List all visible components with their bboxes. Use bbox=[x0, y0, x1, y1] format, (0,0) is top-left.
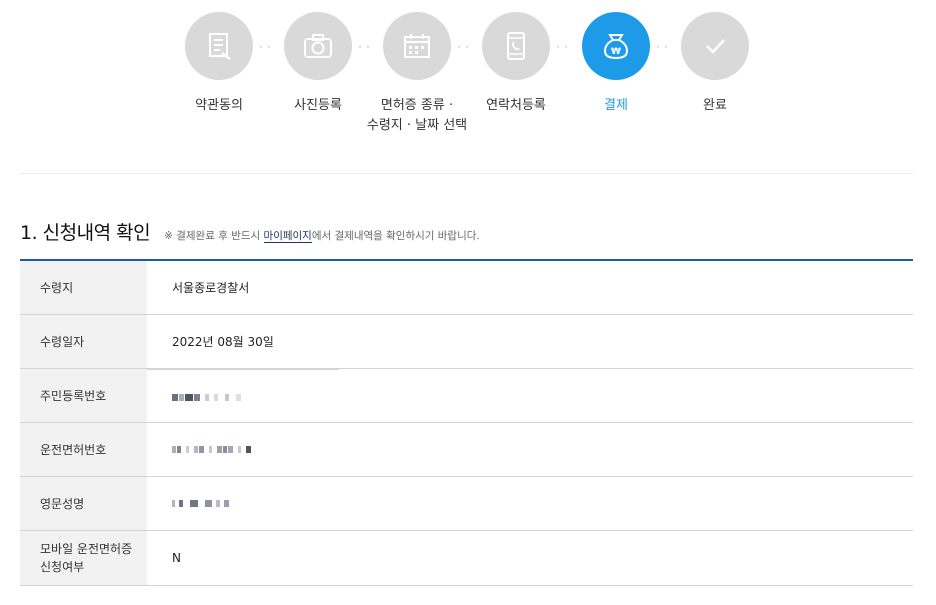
row-value-masked bbox=[147, 423, 913, 476]
step-label-line1: 결제 bbox=[604, 98, 628, 113]
section-note: ※ 결제완료 후 반드시 마이페이지에서 결제내역을 확인하시기 바랍니다. bbox=[164, 228, 480, 243]
row-value: N bbox=[172, 551, 181, 565]
section-title: 1. 신청내역 확인 bbox=[20, 222, 151, 244]
table-row: 운전면허번호 bbox=[20, 423, 913, 477]
calendar-icon bbox=[404, 34, 430, 58]
application-details-table: 수령지 서울종로경찰서 수령일자 2022년 08월 30일 주민등록번호 운전… bbox=[20, 259, 913, 586]
row-label: 모바일 운전면허증 신청여부 bbox=[20, 531, 147, 585]
row-value-masked bbox=[147, 477, 913, 530]
mypage-link[interactable]: 마이페이지 bbox=[263, 230, 312, 243]
step-contact-circle bbox=[482, 12, 550, 80]
step-separator: ·· bbox=[258, 42, 275, 53]
row-label: 운전면허번호 bbox=[20, 423, 147, 476]
step-separator: ·· bbox=[456, 42, 473, 53]
step-label-line1: 약관동의 bbox=[195, 98, 243, 113]
section-heading: 1. 신청내역 확인 ※ 결제완료 후 반드시 마이페이지에서 결제내역을 확인… bbox=[20, 218, 480, 244]
check-icon bbox=[706, 39, 725, 54]
divider bbox=[147, 369, 339, 370]
won-bag-icon: ₩ bbox=[603, 34, 629, 60]
step-complete-circle bbox=[681, 12, 749, 80]
step-label-line2: 수령지 · 날짜 선택 bbox=[366, 118, 468, 133]
row-label: 영문성명 bbox=[20, 477, 147, 530]
svg-text:₩: ₩ bbox=[611, 47, 621, 57]
row-value: 2022년 08월 30일 bbox=[172, 335, 274, 349]
step-separator: ·· bbox=[357, 42, 374, 53]
redacted-value bbox=[172, 446, 251, 453]
step-license-circle bbox=[383, 12, 451, 80]
document-icon bbox=[209, 33, 231, 60]
row-value: 서울종로경찰서 bbox=[172, 281, 250, 295]
step-label-line1: 사진등록 bbox=[294, 98, 342, 113]
table-row: 수령일자 2022년 08월 30일 bbox=[20, 315, 913, 369]
note-suffix: 에서 결제내역을 확인하시기 바랍니다. bbox=[311, 230, 480, 242]
row-label-line2: 신청여부 bbox=[40, 560, 85, 574]
table-row: 수령지 서울종로경찰서 bbox=[20, 261, 913, 315]
step-photo-circle bbox=[284, 12, 352, 80]
step-payment-circle: ₩ bbox=[582, 12, 650, 80]
note-prefix: ※ 결제완료 후 반드시 bbox=[164, 230, 264, 242]
step-separator: ·· bbox=[555, 42, 572, 53]
row-label-line1: 모바일 운전면허증 bbox=[40, 542, 133, 556]
row-label: 주민등록번호 bbox=[20, 369, 147, 422]
redaction-patch bbox=[147, 370, 339, 422]
redacted-value bbox=[172, 500, 229, 507]
table-row: 모바일 운전면허증 신청여부 N bbox=[20, 531, 913, 586]
step-separator: ·· bbox=[655, 42, 672, 53]
divider bbox=[20, 173, 913, 174]
progress-stepper: ·· ·· ·· ·· ₩ ·· 약관동의 사진등록 면허증 종류 · 수령지 … bbox=[0, 0, 936, 150]
phone-icon bbox=[507, 32, 525, 60]
row-label: 수령지 bbox=[20, 261, 147, 314]
redacted-value bbox=[172, 394, 241, 401]
step-label-complete: 완료 bbox=[655, 96, 775, 116]
step-label-line1: 연락처등록 bbox=[486, 98, 546, 113]
row-label: 수령일자 bbox=[20, 315, 147, 368]
camera-icon bbox=[304, 34, 332, 58]
table-row: 영문성명 bbox=[20, 477, 913, 531]
step-terms-circle bbox=[185, 12, 253, 80]
step-label-line1: 완료 bbox=[703, 98, 727, 113]
